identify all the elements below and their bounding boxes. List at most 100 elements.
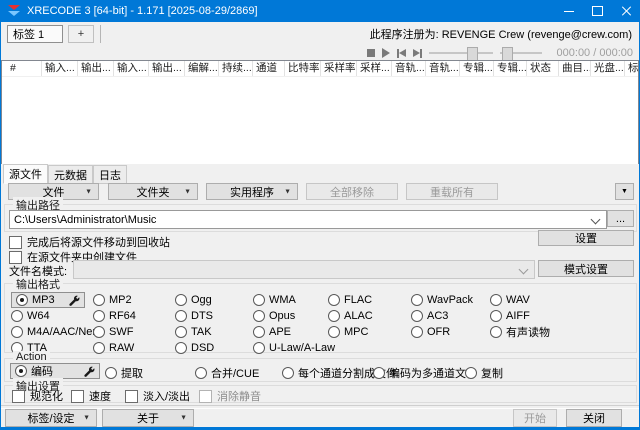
radio-icon — [411, 326, 423, 338]
column-header[interactable]: 音轨... — [392, 61, 426, 76]
next-track-icon[interactable] — [413, 49, 422, 58]
checkbox-icon — [125, 390, 138, 403]
action-option-copy[interactable]: 复制 — [465, 365, 503, 381]
column-header[interactable]: 比特率 — [285, 61, 321, 76]
format-option-ac3[interactable]: AC3 — [411, 310, 490, 322]
fade-in-out-checkbox[interactable]: 淡入/淡出 — [125, 388, 190, 404]
format-option-aiff[interactable]: AIFF — [490, 310, 550, 322]
format-option-ulaw-alaw[interactable]: U-Law/A-Law — [253, 342, 328, 354]
format-option-ofr[interactable]: OFR — [411, 326, 490, 338]
column-header[interactable]: 编解... — [185, 61, 219, 76]
chevron-down-icon — [519, 265, 529, 275]
action-option-merge-cue[interactable]: 合并/CUE — [195, 365, 259, 381]
format-option-swf[interactable]: SWF — [93, 326, 175, 338]
seek-slider[interactable] — [500, 46, 542, 60]
volume-slider[interactable] — [429, 46, 493, 60]
tags-presets-button[interactable]: 标签/设定▼ — [5, 409, 97, 427]
format-option-w64[interactable]: W64 — [11, 310, 93, 322]
reload-all-button[interactable]: 重载所有 — [406, 183, 498, 200]
file-list[interactable]: # 输入... 输出... 输入... 输出... 编解... 持续... 通道… — [1, 60, 639, 164]
action-option-encode[interactable]: 编码 — [10, 363, 100, 379]
wrench-icon[interactable] — [69, 295, 80, 309]
tab-source-files[interactable]: 源文件 — [3, 164, 48, 184]
window-controls — [554, 0, 640, 22]
chevron-down-icon[interactable] — [591, 215, 601, 225]
pattern-settings-button[interactable]: 模式设置 — [538, 260, 634, 277]
slider-thumb[interactable] — [502, 47, 513, 61]
format-option-alac[interactable]: ALAC — [328, 310, 411, 322]
format-option-mp2[interactable]: MP2 — [93, 294, 175, 306]
column-header[interactable]: 标题 — [625, 61, 640, 76]
format-option-dts[interactable]: DTS — [175, 310, 253, 322]
column-header[interactable]: 专辑... — [460, 61, 494, 76]
titlebar: XRECODE 3 [64-bit] - 1.171 [2025-08-29/2… — [0, 0, 640, 22]
close-window-button[interactable]: 关闭 — [566, 409, 622, 427]
action-option-extract[interactable]: 提取 — [105, 365, 143, 381]
column-header[interactable]: 持续... — [219, 61, 253, 76]
normalize-checkbox[interactable]: 规范化 — [12, 388, 63, 404]
add-tab-button[interactable]: + — [68, 25, 94, 43]
previous-track-icon[interactable] — [397, 49, 406, 58]
dropdown-arrow-icon: ▼ — [180, 415, 187, 422]
radio-icon — [16, 294, 28, 306]
file-list-body[interactable] — [2, 77, 638, 164]
format-option-opus[interactable]: Opus — [253, 310, 328, 322]
format-option-rf64[interactable]: RF64 — [93, 310, 175, 322]
slider-thumb[interactable] — [467, 47, 478, 61]
maximize-button[interactable] — [583, 0, 612, 22]
wrench-icon[interactable] — [84, 366, 95, 380]
about-button[interactable]: 关于▼ — [102, 409, 194, 427]
column-header[interactable]: 状态 — [527, 61, 559, 76]
column-header[interactable]: 输入... — [114, 61, 149, 76]
browse-button[interactable]: ... — [607, 210, 634, 227]
column-header[interactable]: 专辑... — [494, 61, 527, 76]
format-option-m4a-aac-nero[interactable]: M4A/AAC/Nero — [11, 326, 93, 338]
column-header[interactable]: 输出... — [149, 61, 185, 76]
output-path-combobox[interactable]: C:\Users\Administrator\Music — [9, 210, 607, 229]
column-header[interactable]: 光盘... — [591, 61, 625, 76]
format-option-mpc[interactable]: MPC — [328, 326, 411, 338]
format-option-wav[interactable]: WAV — [490, 294, 550, 306]
close-button[interactable] — [612, 0, 640, 22]
utilities-button[interactable]: 实用程序▼ — [206, 183, 298, 200]
column-header[interactable]: 采样率 — [321, 61, 357, 76]
folder-button[interactable]: 文件夹▼ — [108, 183, 198, 200]
column-header[interactable]: 音轨... — [426, 61, 460, 76]
column-header[interactable]: 通道 — [253, 61, 285, 76]
format-option-wma[interactable]: WMA — [253, 294, 328, 306]
tab-metadata[interactable]: 元数据 — [48, 165, 93, 184]
column-header[interactable]: 输入... — [42, 61, 78, 76]
radio-icon — [93, 310, 105, 322]
radio-icon — [253, 294, 265, 306]
format-option-tak[interactable]: TAK — [175, 326, 253, 338]
format-option-raw[interactable]: RAW — [93, 342, 175, 354]
filename-pattern-combobox[interactable] — [73, 260, 535, 279]
settings-button[interactable]: 设置 — [538, 230, 634, 246]
column-header[interactable]: 曲目... — [559, 61, 591, 76]
column-header[interactable]: # — [2, 61, 42, 76]
format-option-dsd[interactable]: DSD — [175, 342, 253, 354]
radio-icon — [93, 342, 105, 354]
format-option-audiobook[interactable]: 有声读物 — [490, 324, 550, 340]
format-option-ogg[interactable]: Ogg — [175, 294, 253, 306]
radio-icon — [253, 326, 265, 338]
action-option-encode-multichannel[interactable]: 编码为多通道文件 — [373, 365, 477, 381]
action-group: Action 编码 提取 合并/CUE 每个通道分割成文件 编码为多通道文件 复… — [4, 358, 637, 382]
column-header[interactable]: 采样... — [357, 61, 392, 76]
minimize-button[interactable] — [554, 0, 583, 22]
stop-icon[interactable] — [367, 49, 375, 57]
format-option-flac[interactable]: FLAC — [328, 294, 411, 306]
silence-removal-checkbox[interactable]: 消除静音 — [199, 388, 261, 404]
format-option-ape[interactable]: APE — [253, 326, 328, 338]
tab-log[interactable]: 日志 — [93, 165, 127, 184]
more-options-button[interactable]: ▼ — [615, 183, 634, 200]
column-header[interactable]: 输出... — [78, 61, 114, 76]
tab-label-1[interactable]: 标签 1 — [7, 25, 63, 43]
move-to-recycle-checkbox[interactable]: 完成后将源文件移动到回收站 — [9, 234, 170, 250]
play-icon[interactable] — [382, 48, 390, 58]
format-option-mp3[interactable]: MP3 — [11, 292, 85, 308]
remove-all-button[interactable]: 全部移除 — [306, 183, 398, 200]
speed-checkbox[interactable]: 速度 — [71, 388, 111, 404]
format-option-wavpack[interactable]: WavPack — [411, 294, 490, 306]
start-button[interactable]: 开始 — [513, 409, 557, 427]
